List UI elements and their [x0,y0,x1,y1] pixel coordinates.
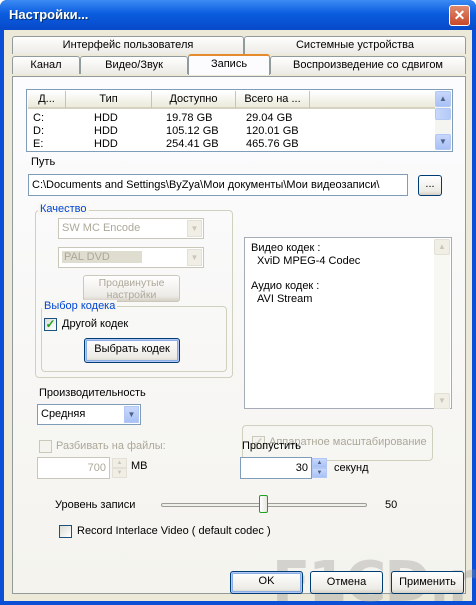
column-drive[interactable]: Д... [28,91,66,109]
choose-codec-button[interactable]: Выбрать кодек [84,338,180,363]
encoder-select[interactable]: SW MC Encode ▼ [58,218,204,239]
title-bar[interactable]: Настройки... ✕ [0,0,476,30]
spin-up-icon[interactable]: ▲ [112,458,127,468]
performance-label: Производительность [39,387,146,399]
record-level-label: Уровень записи [55,499,136,511]
chevron-down-icon: ▼ [124,406,139,423]
drive-total: 29.04 GB [246,112,293,124]
video-codec-label: Видео кодек : [251,242,321,254]
chevron-down-icon: ▼ [438,396,446,405]
settings-window: Настройки... ✕ Интерфейс пользователя Си… [0,0,476,605]
scroll-down-button[interactable]: ▼ [434,393,450,409]
window-title: Настройки... [9,7,89,22]
drives-list[interactable]: Д... Тип Доступно Всего на ... C: HDD 19… [26,89,453,152]
checkmark-icon: ✓ [45,317,56,331]
skip-label: Пропустить [242,440,301,452]
performance-select[interactable]: Средняя ▼ [37,404,141,425]
interlace-checkbox[interactable] [59,525,72,538]
drive-total: 120.01 GB [246,125,299,137]
performance-value: Средняя [41,408,86,420]
split-files-label[interactable]: Разбивать на файлы: [56,440,166,452]
drive-type: HDD [94,125,118,137]
drives-scrollbar[interactable]: ▲ ▼ [435,91,451,150]
column-total[interactable]: Всего на ... [236,91,310,109]
scroll-up-button[interactable]: ▲ [435,91,451,107]
split-unit-label: MB [131,460,148,472]
format-value: PAL DVD [62,251,142,263]
chevron-up-icon: ▲ [439,94,447,103]
encoder-value: SW MC Encode [62,222,141,234]
column-available[interactable]: Доступно [152,91,236,109]
drive-available: 105.12 GB [166,125,219,137]
dialog-client: Интерфейс пользователя Системные устройс… [4,30,476,605]
drive-letter: D: [33,125,44,137]
other-codec-checkbox[interactable]: ✓ [44,318,57,331]
scroll-thumb[interactable] [435,108,451,120]
codec-info-box: Видео кодек : XviD MPEG-4 Codec Аудио ко… [244,237,452,409]
path-label: Путь [31,156,56,168]
record-level-thumb[interactable] [259,495,268,513]
video-codec-value: XviD MPEG-4 Codec [257,255,361,267]
drive-available: 254.41 GB [166,138,219,150]
codec-legend: Выбор кодека [42,300,118,312]
close-button[interactable]: ✕ [449,5,470,26]
window-frame-right [472,30,476,605]
chevron-down-icon: ▼ [187,220,202,237]
drive-available: 19.78 GB [166,112,213,124]
scroll-up-button[interactable]: ▲ [434,239,450,255]
advanced-settings-button[interactable]: Продвинутые настройки [83,275,180,302]
chevron-up-icon: ▲ [438,242,446,251]
cancel-button[interactable]: Отмена [310,571,383,594]
format-select[interactable]: PAL DVD ▼ [58,247,204,268]
apply-button[interactable]: Применить [391,571,464,594]
split-files-checkbox[interactable] [39,440,52,453]
ok-button[interactable]: OK [230,571,303,594]
quality-legend: Качество [38,203,89,215]
path-input[interactable]: C:\Documents and Settings\ByZya\Мои доку… [28,174,408,196]
browse-button[interactable]: ... [418,175,442,196]
record-level-value: 50 [385,499,398,511]
info-scrollbar[interactable]: ▲ ▼ [434,239,450,409]
spin-down-icon[interactable]: ▼ [112,468,127,478]
split-size-input[interactable]: 700 [37,457,110,479]
split-size-spinner[interactable]: ▲ ▼ [112,458,127,478]
spin-up-icon[interactable]: ▲ [312,458,327,468]
audio-codec-value: AVI Stream [257,293,313,305]
skip-unit-label: секунд [334,462,369,474]
audio-codec-label: Аудио кодек : [251,280,320,292]
other-codec-label[interactable]: Другой кодек [62,318,128,330]
panel-content: Д... Тип Доступно Всего на ... C: HDD 19… [4,30,476,605]
spin-down-icon[interactable]: ▼ [312,468,327,478]
drive-letter: C: [33,112,44,124]
close-icon: ✕ [453,7,466,23]
column-type[interactable]: Тип [66,91,152,109]
drive-type: HDD [94,138,118,150]
interlace-label[interactable]: Record Interlace Video ( default codec ) [77,525,271,537]
chevron-down-icon: ▼ [439,137,447,146]
column-filler [310,91,437,109]
skip-seconds-spinner[interactable]: ▲ ▼ [312,458,327,478]
drive-type: HDD [94,112,118,124]
scroll-down-button[interactable]: ▼ [435,134,451,150]
drive-total: 465.76 GB [246,138,299,150]
skip-seconds-input[interactable]: 30 [240,457,312,479]
drive-letter: E: [33,138,44,150]
chevron-down-icon: ▼ [187,249,202,266]
